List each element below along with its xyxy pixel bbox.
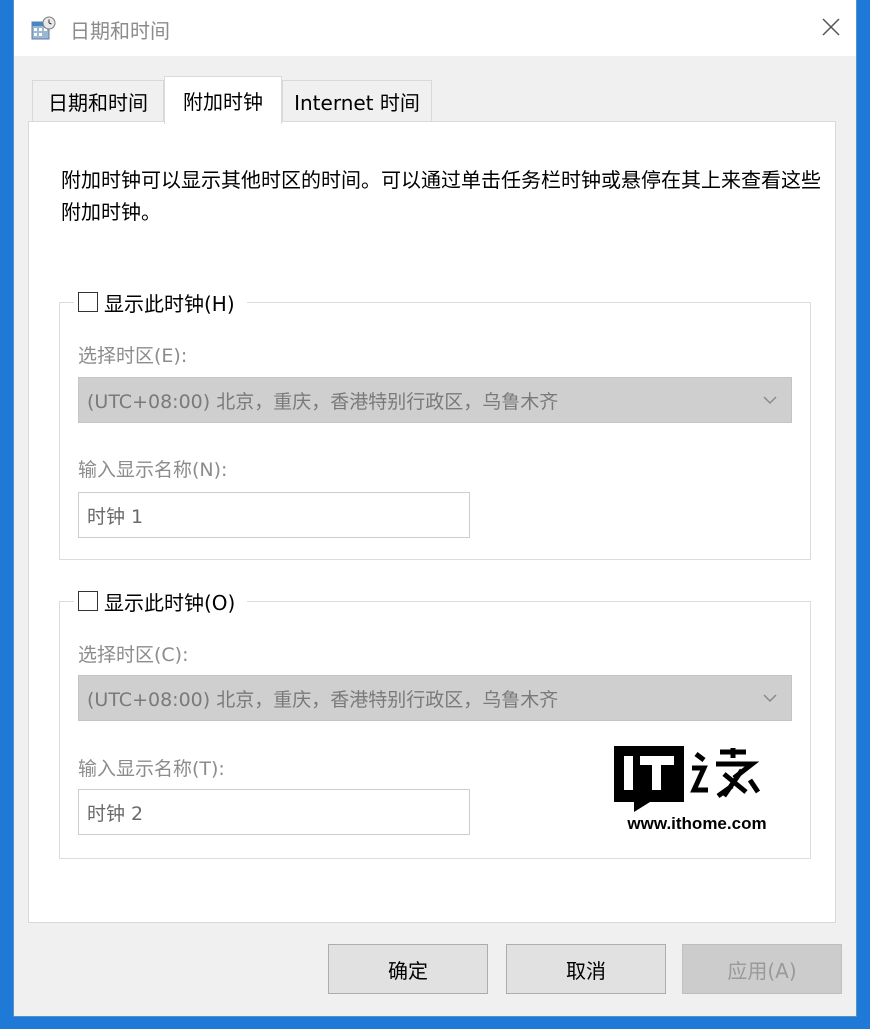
clock1-checkbox-label: 显示此时钟(H) [104,291,235,316]
clock2-timezone-label: 选择时区(C): [78,644,189,666]
clock1-group: 显示此时钟(H) 选择时区(E): (UTC+08:00) 北京，重庆，香港特别… [59,287,811,560]
description-text: 附加时钟可以显示其他时区的时间。可以通过单击任务栏时钟或悬停在其上来查看这些附加… [61,168,821,224]
close-button[interactable] [816,12,846,42]
ok-button[interactable]: 确定 [328,944,488,994]
watermark-url: www.ithome.com [627,814,767,833]
ithome-watermark-logo: www.ithome.com [612,740,782,840]
clock2-name-label: 输入显示名称(T): [78,758,225,780]
apply-button[interactable]: 应用(A) [682,944,842,994]
clock1-timezone-label: 选择时区(E): [78,345,188,367]
tab-additional-clocks[interactable]: 附加时钟 [164,76,282,124]
clock2-checkbox-label: 显示此时钟(O) [104,590,236,615]
clock1-timezone-value: (UTC+08:00) 北京，重庆，香港特别行政区，乌鲁木齐 [87,390,559,413]
clock2-show-checkbox[interactable]: 显示此时钟(O) [74,586,248,616]
tab-date-time[interactable]: 日期和时间 [32,80,164,122]
clock2-name-input[interactable]: 时钟 2 [78,789,470,835]
chevron-down-icon [763,694,777,703]
title-bar: 日期和时间 [14,0,856,56]
clock1-name-input[interactable]: 时钟 1 [78,492,470,538]
clock1-checkbox-box[interactable] [78,292,98,312]
date-time-app-icon [31,16,56,40]
window-title: 日期和时间 [70,19,170,43]
clock1-timezone-select[interactable]: (UTC+08:00) 北京，重庆，香港特别行政区，乌鲁木齐 [78,377,792,423]
chevron-down-icon [763,396,777,405]
ithome-logo-icon [614,746,761,812]
clock2-checkbox-box[interactable] [78,591,98,611]
tab-internet-time[interactable]: Internet 时间 [282,80,432,122]
cancel-button[interactable]: 取消 [506,944,666,994]
clock2-timezone-select[interactable]: (UTC+08:00) 北京，重庆，香港特别行政区，乌鲁木齐 [78,675,792,721]
close-icon [822,18,840,36]
date-time-dialog: 日期和时间 日期和时间 附加时钟 Internet 时间 附加时钟可以显示其他时… [14,0,856,1016]
clock1-show-checkbox[interactable]: 显示此时钟(H) [74,287,247,317]
clock1-name-label: 输入显示名称(N): [78,459,228,481]
clock2-timezone-value: (UTC+08:00) 北京，重庆，香港特别行政区，乌鲁木齐 [87,688,559,711]
